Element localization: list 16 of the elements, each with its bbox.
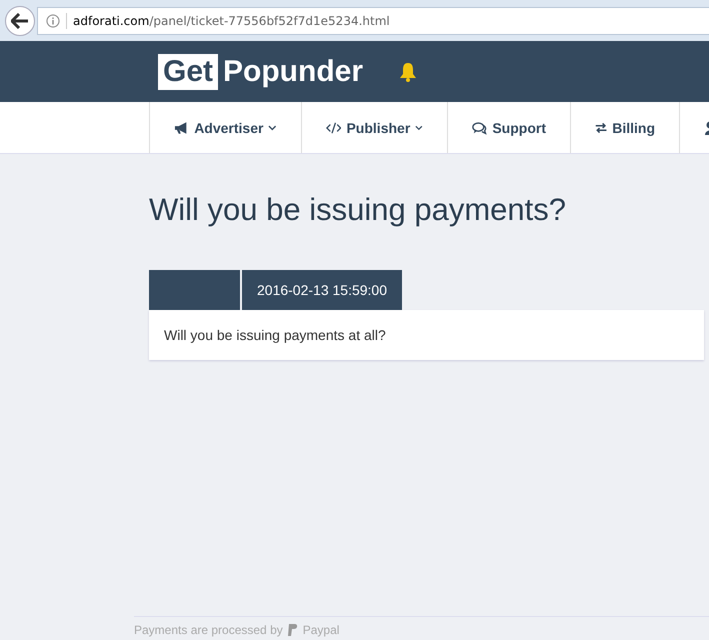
logo[interactable]: Get Popunder: [158, 54, 364, 90]
chat-bubbles-icon: [472, 120, 488, 134]
bell-icon[interactable]: [399, 62, 418, 82]
paypal-icon: [288, 624, 298, 636]
back-button[interactable]: [5, 6, 35, 36]
message-text: Will you be issuing payments at all?: [164, 327, 386, 343]
nav-item[interactable]: Billing: [570, 102, 680, 153]
message-timestamp: 2016-02-13 15:59:00: [242, 270, 402, 310]
megaphone-icon: [174, 120, 190, 134]
info-icon: [46, 14, 60, 28]
page-title: Will you be issuing payments?: [149, 192, 567, 228]
back-arrow-icon: [11, 12, 29, 28]
footer-text: Payments are processed by: [134, 623, 283, 637]
code-icon: [326, 120, 342, 134]
exchange-arrows-icon: [595, 120, 608, 134]
address-field[interactable]: adforati.com/panel/ticket-77556bf52f7d1e5234.html: [37, 6, 709, 34]
